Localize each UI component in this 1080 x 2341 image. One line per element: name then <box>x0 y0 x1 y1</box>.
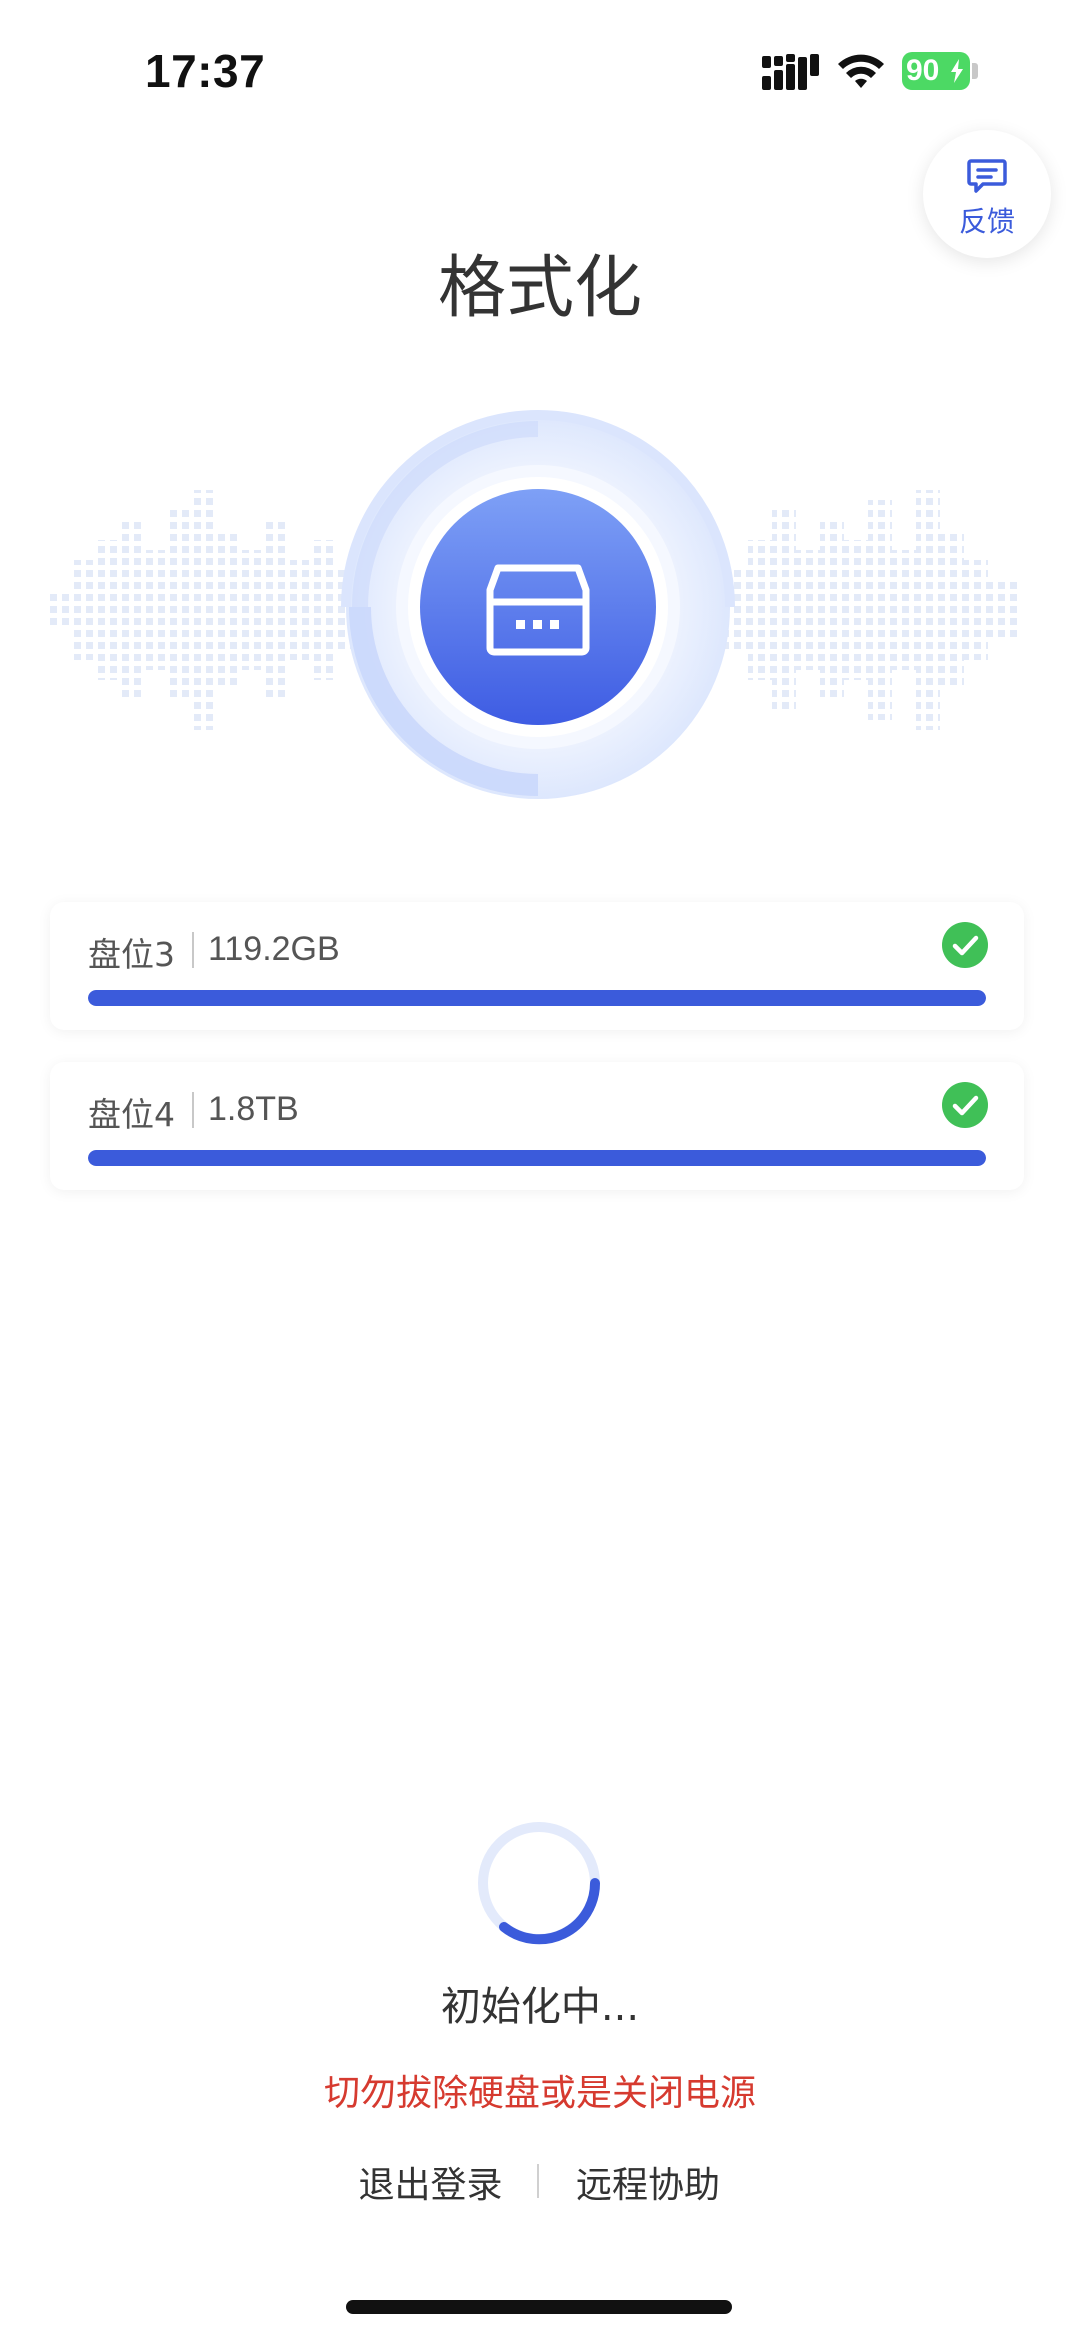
sound-wave-right <box>724 490 1018 730</box>
core-circle <box>420 489 656 725</box>
disk-name: 盘位3 <box>88 935 175 974</box>
cellular-signal-icon <box>762 54 819 90</box>
disk-card: 盘位4 1.8TB <box>50 1062 1024 1190</box>
message-icon <box>967 159 1007 193</box>
logout-link[interactable]: 退出登录 <box>358 2156 503 2208</box>
battery-level: 90 <box>906 54 940 87</box>
loading-spinner-icon <box>478 1822 601 1945</box>
disk-progress-fill <box>88 990 986 1006</box>
status-time: 17:37 <box>145 45 266 97</box>
disk-progress-fill <box>88 1150 986 1166</box>
disk-size: 1.8TB <box>208 1090 299 1128</box>
check-circle-icon <box>942 922 988 968</box>
sound-wave-left <box>50 490 360 730</box>
wifi-icon <box>838 54 884 88</box>
check-circle-icon <box>942 1082 988 1128</box>
warning-text: 切勿拔除硬盘或是关闭电源 <box>323 2073 756 2114</box>
format-screen: 17:37 90 反馈 格式化 盘位3 119.2GB 盘位4 1.8TB 初始… <box>0 0 1080 2341</box>
disk-name: 盘位4 <box>88 1095 175 1134</box>
status-bar: 17:37 90 <box>0 0 1080 140</box>
disk-divider <box>192 1092 194 1128</box>
battery-cap <box>972 63 978 79</box>
disk-card: 盘位3 119.2GB <box>50 902 1024 1030</box>
disk-progress-bar <box>88 990 986 1006</box>
page-title: 格式化 <box>437 249 642 328</box>
remote-help-link[interactable]: 远程协助 <box>574 2156 722 2208</box>
disk-size: 119.2GB <box>208 930 340 968</box>
links-divider <box>537 2164 539 2198</box>
charging-bolt-icon <box>951 59 963 83</box>
disk-divider <box>192 932 194 968</box>
home-indicator[interactable] <box>346 2300 732 2314</box>
disk-progress-bar <box>88 1150 986 1166</box>
loading-status-text: 初始化中... <box>440 1984 640 2030</box>
battery-icon: 90 <box>902 52 970 90</box>
